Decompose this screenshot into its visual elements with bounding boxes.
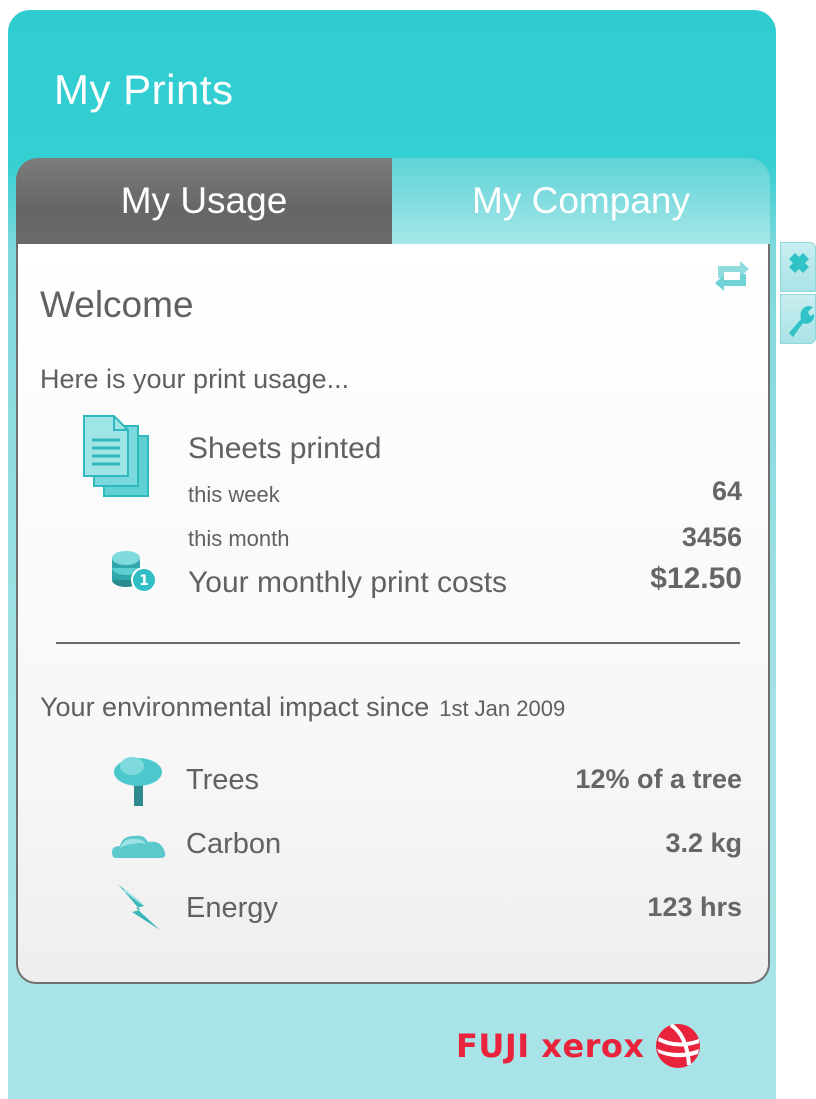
this-week-label: this week xyxy=(188,482,280,507)
since-date: 1st Jan 2009 xyxy=(439,696,566,721)
cloud-icon xyxy=(110,828,168,869)
brand-name: FUJI xerox xyxy=(456,1027,645,1065)
monthly-cost-label: Your monthly print costs xyxy=(188,566,508,599)
environmental-impact-text: Your environmental impact since xyxy=(40,692,430,722)
app-title: My Prints xyxy=(54,66,234,113)
lightning-icon xyxy=(114,880,164,939)
tab-my-usage[interactable]: My Usage xyxy=(16,158,392,244)
usage-intro-text: Here is your print usage... xyxy=(40,364,350,394)
close-icon xyxy=(789,253,809,273)
brand-logo: FUJI xerox xyxy=(456,1018,703,1074)
tab-bar: My Usage My Company xyxy=(16,158,770,244)
carbon-value: 3.2 kg xyxy=(665,828,742,858)
welcome-heading: Welcome xyxy=(40,284,194,325)
trees-label: Trees xyxy=(186,764,260,796)
energy-value: 123 hrs xyxy=(647,892,742,922)
svg-text:1: 1 xyxy=(139,573,149,589)
trees-value: 12% of a tree xyxy=(575,764,742,794)
coins-icon: 1 xyxy=(110,550,158,599)
this-month-value: 3456 xyxy=(681,522,742,552)
refresh-icon[interactable] xyxy=(712,258,752,294)
close-button[interactable] xyxy=(780,242,816,292)
tab-my-company[interactable]: My Company xyxy=(392,158,770,244)
this-month-label: this month xyxy=(188,526,290,551)
environmental-impact-label: Your environmental impact since 1st Jan 2… xyxy=(40,692,565,723)
carbon-label: Carbon xyxy=(186,828,282,860)
xerox-sphere-icon xyxy=(655,1023,700,1068)
tree-icon xyxy=(112,752,166,813)
monthly-cost-value: $12.50 xyxy=(650,562,742,595)
documents-icon xyxy=(82,414,154,509)
wrench-icon xyxy=(789,306,815,337)
energy-label: Energy xyxy=(186,892,278,924)
settings-button[interactable] xyxy=(780,294,816,344)
this-week-value: 64 xyxy=(711,476,742,506)
usage-panel: Welcome Here is your print usage... Shee… xyxy=(16,244,770,984)
sheets-printed-label: Sheets printed xyxy=(188,432,382,465)
section-divider xyxy=(56,642,740,644)
